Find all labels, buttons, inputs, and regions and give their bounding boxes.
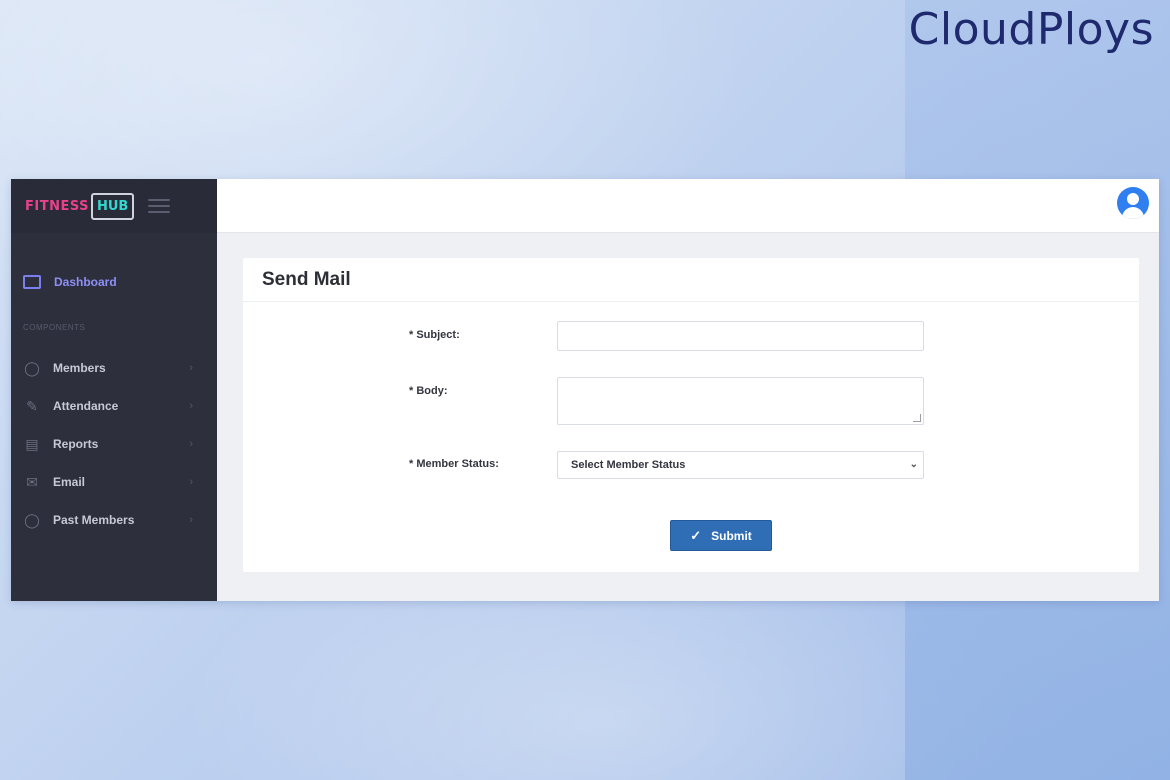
submit-label: Submit (711, 528, 752, 543)
main-content: Send Mail * Subject: * Body: * Member St… (217, 179, 1159, 601)
resize-handle-icon[interactable] (913, 414, 921, 422)
chevron-right-icon: › (189, 476, 193, 488)
sidebar-item-label: Reports (53, 437, 99, 451)
submit-button[interactable]: ✓ Submit (670, 520, 772, 551)
user-icon: ◯ (24, 511, 40, 528)
sidebar-item-label: Email (53, 475, 86, 489)
chevron-right-icon: › (189, 438, 193, 450)
chevron-right-icon: › (189, 400, 193, 412)
document-icon: ▤ (25, 435, 39, 452)
chevron-down-icon: ⌄ (909, 459, 918, 470)
monitor-icon (23, 275, 41, 289)
logo-fitness: FITNESS (25, 198, 89, 214)
member-status-selected: Select Member Status (571, 459, 686, 471)
subject-label: * Subject: (409, 329, 460, 341)
sidebar-item-label: Past Members (53, 513, 135, 527)
top-bar (217, 179, 1159, 233)
subject-input[interactable] (557, 321, 924, 351)
sidebar-item-attendance[interactable]: ✎ Attendance › (11, 387, 217, 425)
member-status-label: * Member Status: (409, 458, 499, 470)
send-mail-card: Send Mail * Subject: * Body: * Member St… (243, 258, 1139, 572)
sidebar-item-label: Dashboard (54, 275, 117, 289)
sidebar-item-members[interactable]: ◯ Members › (11, 349, 217, 387)
menu-toggle-icon[interactable] (148, 199, 171, 213)
sidebar-item-label: Attendance (53, 399, 119, 413)
logo-bar: FITNESS HUB (11, 179, 217, 233)
app-window: FITNESS HUB Dashboard COMPONENTS ◯ Membe… (11, 179, 1159, 601)
user-avatar-icon[interactable] (1117, 187, 1149, 219)
check-icon: ✓ (690, 527, 702, 543)
sidebar: FITNESS HUB Dashboard COMPONENTS ◯ Membe… (11, 179, 217, 601)
chevron-right-icon: › (189, 514, 193, 526)
sidebar-item-email[interactable]: ✉ Email › (11, 463, 217, 501)
chevron-right-icon: › (189, 362, 193, 374)
sidebar-section-title: COMPONENTS (23, 323, 86, 332)
mail-icon: ✉ (26, 473, 38, 490)
logo-hub: HUB (91, 192, 135, 220)
sidebar-item-label: Members (53, 361, 106, 375)
body-label: * Body: (409, 385, 448, 397)
card-header: Send Mail (243, 258, 1139, 302)
brand-logo: CloudPloys (908, 4, 1154, 55)
body-textarea[interactable] (557, 377, 924, 425)
user-icon: ◯ (24, 359, 40, 376)
sidebar-item-reports[interactable]: ▤ Reports › (11, 425, 217, 463)
pencil-icon: ✎ (26, 397, 38, 414)
sidebar-item-past-members[interactable]: ◯ Past Members › (11, 501, 217, 539)
sidebar-item-dashboard[interactable]: Dashboard (11, 269, 217, 295)
member-status-select[interactable]: Select Member Status ⌄ (557, 451, 924, 479)
page-title: Send Mail (262, 268, 351, 290)
